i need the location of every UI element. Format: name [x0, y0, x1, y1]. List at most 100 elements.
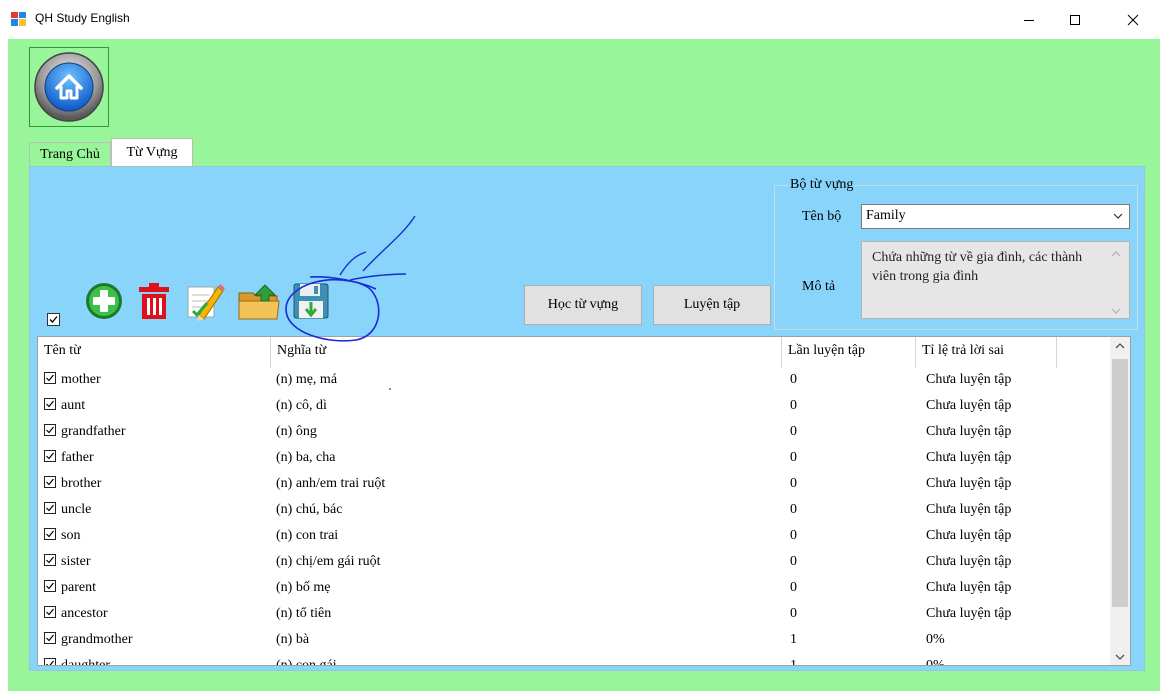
minimize-button[interactable]: [1006, 0, 1052, 39]
row-checkbox[interactable]: [44, 580, 56, 592]
row-checkbox[interactable]: [44, 424, 56, 436]
practice-label: Luyện tập: [683, 297, 741, 312]
cell-word-text: uncle: [61, 502, 92, 517]
table-row[interactable]: uncle (n) chú, bác 0 Chưa luyện tập: [38, 498, 1110, 524]
set-name-combobox[interactable]: Family: [861, 204, 1130, 229]
column-header-word[interactable]: Tên từ: [38, 337, 271, 368]
scroll-up-icon[interactable]: [1111, 250, 1121, 258]
cell-word[interactable]: aunt: [44, 394, 85, 420]
scroll-down-icon[interactable]: [1115, 653, 1125, 661]
checkmark-icon: [46, 426, 54, 434]
cell-wrong-rate: 0%: [926, 654, 945, 665]
row-checkbox[interactable]: [44, 502, 56, 514]
column-header-wrong-rate[interactable]: Tỉ lệ trả lời sai: [916, 337, 1057, 368]
row-checkbox[interactable]: [44, 658, 56, 665]
cell-word[interactable]: father: [44, 446, 94, 472]
cell-word[interactable]: grandfather: [44, 420, 126, 446]
minimize-icon: [1024, 19, 1034, 21]
cell-word[interactable]: mother: [44, 368, 101, 394]
maximize-button[interactable]: [1052, 0, 1098, 39]
table-row[interactable]: daughter (n) con gái 1 0%: [38, 654, 1110, 666]
cell-word[interactable]: son: [44, 524, 80, 550]
cell-word[interactable]: ancestor: [44, 602, 108, 628]
row-checkbox[interactable]: [44, 554, 56, 566]
cell-word[interactable]: grandmother: [44, 628, 133, 654]
cell-wrong-rate-text: Chưa luyện tập: [926, 424, 1012, 439]
row-checkbox[interactable]: [44, 632, 56, 644]
table-row[interactable]: sister (n) chị/em gái ruột 0 Chưa luyện tập: [38, 550, 1110, 576]
cell-meaning-text: (n) chú, bác: [276, 502, 343, 517]
cell-practice-count: 0: [790, 550, 797, 576]
cell-word[interactable]: sister: [44, 550, 91, 576]
learn-vocabulary-button[interactable]: Học từ vựng: [524, 285, 642, 325]
checkmark-icon: [46, 452, 54, 460]
cell-wrong-rate-text: Chưa luyện tập: [926, 554, 1012, 569]
column-header-practice-count[interactable]: Lần luyện tập: [782, 337, 916, 368]
cell-word[interactable]: parent: [44, 576, 96, 602]
scroll-down-icon[interactable]: [1111, 307, 1121, 315]
table-row[interactable]: grandfather (n) ông 0 Chưa luyện tập: [38, 420, 1110, 446]
cell-word-text: daughter: [61, 658, 110, 666]
cell-practice-count-text: 0: [790, 372, 797, 387]
cell-practice-count-text: 0: [790, 606, 797, 621]
checkmark-icon: [46, 556, 54, 564]
cell-wrong-rate: 0%: [926, 628, 945, 654]
cell-practice-count-text: 0: [790, 398, 797, 413]
description-textbox[interactable]: Chứa những từ về gia đình, các thành viê…: [861, 241, 1130, 319]
row-checkbox[interactable]: [44, 528, 56, 540]
grid-vertical-scrollbar[interactable]: [1110, 337, 1130, 665]
cell-word-text: son: [61, 528, 81, 543]
import-button[interactable]: [236, 278, 282, 324]
table-row[interactable]: grandmother (n) bà 1 0%: [38, 628, 1110, 654]
table-row[interactable]: parent (n) bố mẹ 0 Chưa luyện tập: [38, 576, 1110, 602]
select-all-checkbox[interactable]: [47, 313, 60, 326]
save-button[interactable]: [288, 278, 334, 324]
chevron-down-icon[interactable]: [1112, 210, 1124, 222]
cell-meaning-text: (n) bố mẹ: [276, 580, 331, 595]
scrollbar-thumb[interactable]: [1112, 359, 1128, 607]
table-row[interactable]: son (n) con trai 0 Chưa luyện tập: [38, 524, 1110, 550]
table-row[interactable]: brother (n) anh/em trai ruột 0 Chưa luyện t…: [38, 472, 1110, 498]
row-checkbox[interactable]: [44, 476, 56, 488]
cell-practice-count-text: 0: [790, 554, 797, 569]
tab-home[interactable]: Trang Chủ: [29, 142, 111, 166]
vocabulary-grid[interactable]: Tên từ Nghĩa từ Lần luyện tập Tỉ lệ trả …: [37, 336, 1131, 666]
table-row[interactable]: aunt (n) cô, dì 0 Chưa luyện tập: [38, 394, 1110, 420]
learn-vocabulary-label: Học từ vựng: [547, 297, 619, 312]
cell-word[interactable]: brother: [44, 472, 101, 498]
cell-practice-count: 0: [790, 394, 797, 420]
column-header-meaning[interactable]: Nghĩa từ: [271, 337, 782, 368]
description-label: Mô tả: [802, 279, 836, 294]
row-checkbox[interactable]: [44, 372, 56, 384]
delete-word-button[interactable]: [131, 278, 177, 324]
cell-meaning: (n) con gái: [276, 654, 337, 665]
cell-word[interactable]: daughter: [44, 654, 110, 666]
checkmark-icon: [46, 530, 54, 538]
tab-vocabulary[interactable]: Từ Vựng: [111, 138, 193, 166]
edit-word-button[interactable]: [182, 278, 228, 324]
row-checkbox[interactable]: [44, 398, 56, 410]
row-checkbox[interactable]: [44, 606, 56, 618]
delete-icon: [139, 283, 169, 319]
checkmark-icon: [46, 634, 54, 642]
table-row[interactable]: ancestor (n) tổ tiên 0 Chưa luyện tập: [38, 602, 1110, 628]
cell-wrong-rate: Chưa luyện tập: [926, 472, 1011, 498]
cell-word[interactable]: uncle: [44, 498, 91, 524]
practice-button[interactable]: Luyện tập: [653, 285, 771, 325]
window-title: QH Study English: [35, 11, 130, 25]
cell-meaning-text: (n) chị/em gái ruột: [276, 554, 381, 569]
cell-practice-count-text: 1: [790, 632, 797, 647]
cell-word-text: mother: [61, 372, 101, 387]
scroll-up-icon[interactable]: [1115, 342, 1125, 350]
title-bar: QH Study English: [0, 0, 1168, 39]
cell-meaning: (n) tổ tiên: [276, 602, 331, 628]
table-row[interactable]: father (n) ba, cha 0 Chưa luyện tập: [38, 446, 1110, 472]
home-button[interactable]: [29, 47, 109, 127]
close-button[interactable]: [1110, 0, 1156, 39]
add-word-button[interactable]: [81, 278, 127, 324]
checkmark-icon: [46, 660, 54, 665]
row-checkbox[interactable]: [44, 450, 56, 462]
description-value: Chứa những từ về gia đình, các thành viê…: [872, 250, 1083, 284]
table-row[interactable]: mother (n) mẹ, má 0 Chưa luyện tập: [38, 368, 1110, 394]
checkmark-icon: [46, 478, 54, 486]
